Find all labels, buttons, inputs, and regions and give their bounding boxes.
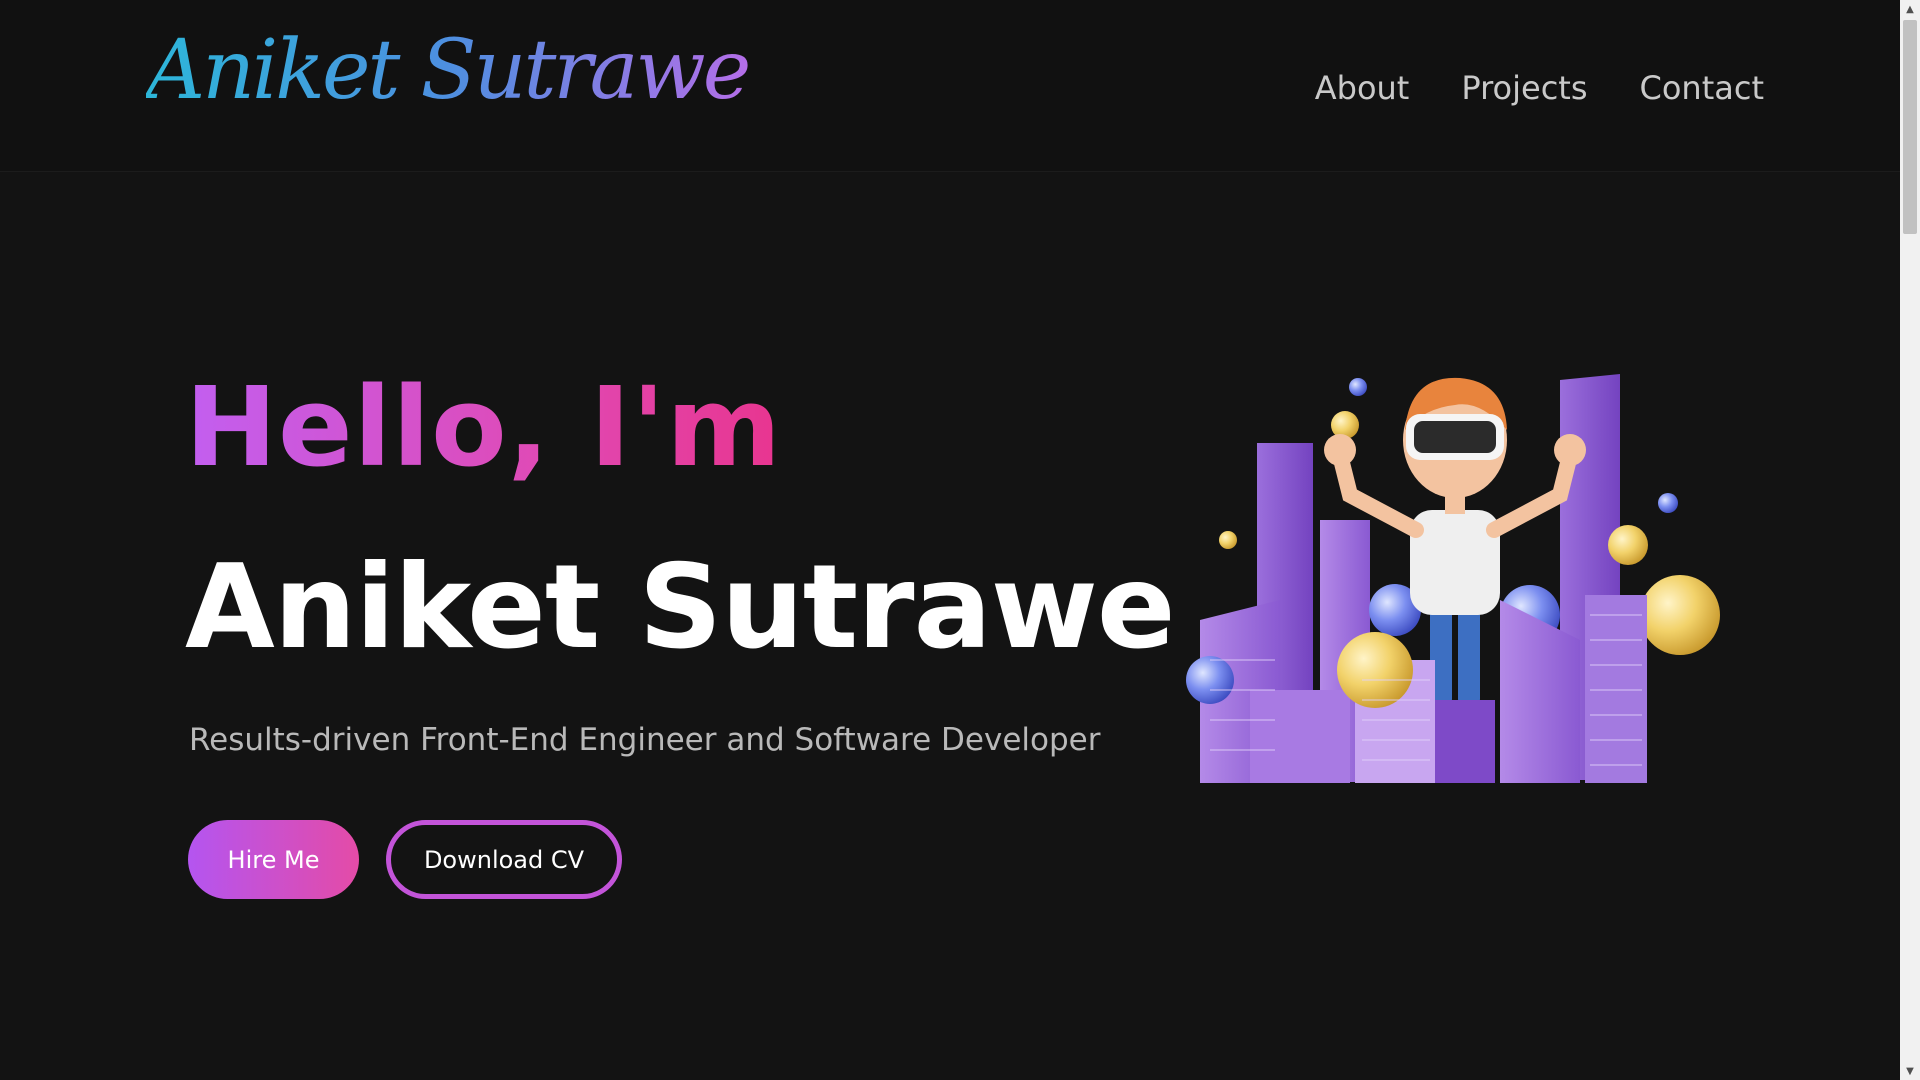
main-nav: About Projects Contact [1315,64,1764,112]
vr-character-city-illustration [1186,374,1720,783]
hero-tagline: Results-driven Front-End Engineer and So… [189,722,1101,758]
logo[interactable]: Aniket Sutrawe [146,18,751,125]
hire-me-button[interactable]: Hire Me [188,820,359,899]
scrollbar-thumb[interactable] [1903,20,1917,234]
download-cv-button[interactable]: Download CV [386,820,622,899]
nav-link-about[interactable]: About [1315,64,1410,112]
nav-link-projects[interactable]: Projects [1461,64,1587,112]
hero-name: Aniket Sutrawe [185,540,1176,675]
hero-greeting: Hello, I'm [185,363,782,491]
page: Aniket Sutrawe About Projects Contact He… [0,0,1920,1080]
vertical-scrollbar[interactable]: ▲ ▼ [1900,0,1920,1080]
nav-link-contact[interactable]: Contact [1640,64,1765,112]
site-header: Aniket Sutrawe About Projects Contact [0,0,1900,172]
scroll-down-arrow-icon[interactable]: ▼ [1900,1062,1920,1080]
scroll-up-arrow-icon[interactable]: ▲ [1900,0,1920,18]
